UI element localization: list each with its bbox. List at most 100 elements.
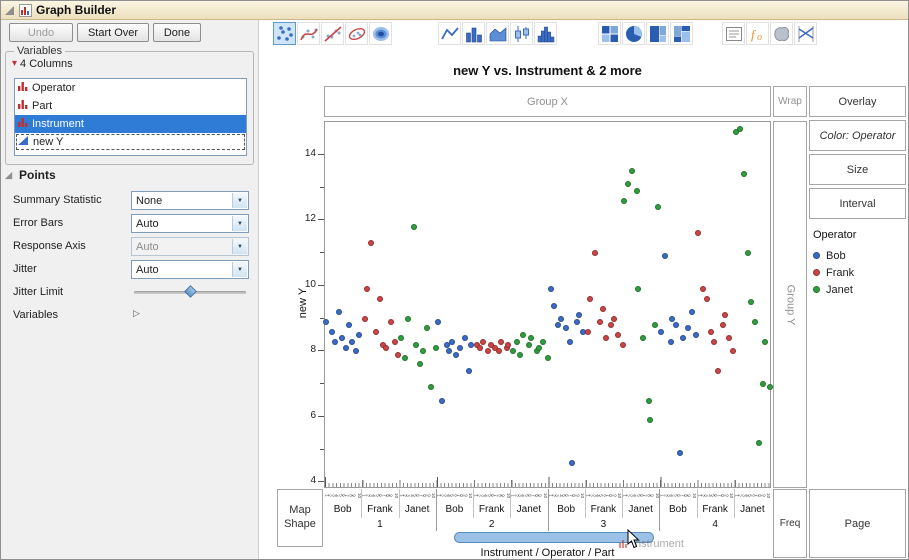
scatter-point[interactable] <box>336 309 342 315</box>
scatter-point[interactable] <box>592 250 598 256</box>
scatter-point[interactable] <box>715 368 721 374</box>
scatter-point[interactable] <box>514 339 520 345</box>
scatter-point[interactable] <box>597 319 603 325</box>
scatter-point[interactable] <box>563 325 569 331</box>
scatter-point[interactable] <box>726 335 732 341</box>
column-item-new-y[interactable]: new Y <box>15 133 246 151</box>
color-zone[interactable]: Color: Operator <box>809 120 906 151</box>
scatter-point[interactable] <box>708 329 714 335</box>
bar-icon[interactable] <box>462 22 485 45</box>
scatter-point[interactable] <box>673 322 679 328</box>
scatter-point[interactable] <box>402 355 408 361</box>
scatter-point[interactable] <box>540 339 546 345</box>
scatter-point[interactable] <box>587 296 593 302</box>
scatter-point[interactable] <box>722 312 728 318</box>
scatter-point[interactable] <box>332 339 338 345</box>
start-over-button[interactable]: Start Over <box>77 23 149 42</box>
scatter-point[interactable] <box>634 188 640 194</box>
scatter-point[interactable] <box>585 329 591 335</box>
scatter-point[interactable] <box>435 319 441 325</box>
scatter-point[interactable] <box>392 339 398 345</box>
error-bars-dropdown[interactable]: Auto▼ <box>131 214 249 233</box>
scatter-point[interactable] <box>417 361 423 367</box>
overlay-zone[interactable]: Overlay <box>809 86 906 117</box>
outline-disclosure-icon[interactable] <box>4 5 15 16</box>
scatter-point[interactable] <box>485 348 491 354</box>
scatter-point[interactable] <box>505 342 511 348</box>
interval-zone[interactable]: Interval <box>809 188 906 219</box>
scatter-point[interactable] <box>752 319 758 325</box>
scatter-point[interactable] <box>621 198 627 204</box>
scatter-point[interactable] <box>343 345 349 351</box>
scatter-point[interactable] <box>737 126 743 132</box>
scatter-point[interactable] <box>498 339 504 345</box>
contour-icon[interactable] <box>369 22 392 45</box>
page-zone[interactable]: Page <box>809 489 906 558</box>
group-x-zone[interactable]: Group X <box>324 86 771 117</box>
scatter-point[interactable] <box>767 384 773 390</box>
jitter-dropdown[interactable]: Auto▼ <box>131 260 249 279</box>
mosaic-icon[interactable] <box>670 22 693 45</box>
scatter-point[interactable] <box>669 316 675 322</box>
scatter-point[interactable] <box>655 204 661 210</box>
scatter-point[interactable] <box>453 352 459 358</box>
scatter-point[interactable] <box>364 286 370 292</box>
scatter-point[interactable] <box>405 316 411 322</box>
scatter-point[interactable] <box>323 319 329 325</box>
scatter-point[interactable] <box>700 286 706 292</box>
line-icon[interactable] <box>438 22 461 45</box>
scatter-point[interactable] <box>468 342 474 348</box>
column-item-instrument[interactable]: Instrument <box>15 115 246 133</box>
points-icon[interactable] <box>273 22 296 45</box>
group-y-zone[interactable]: Group Y <box>773 121 807 488</box>
scatter-point[interactable] <box>395 352 401 358</box>
scatter-point[interactable] <box>662 253 668 259</box>
legend-item-bob[interactable]: Bob <box>813 247 906 264</box>
scatter-point[interactable] <box>548 286 554 292</box>
scatter-point[interactable] <box>373 329 379 335</box>
scatter-point[interactable] <box>520 332 526 338</box>
summary-statistic-dropdown[interactable]: None▼ <box>131 191 249 210</box>
scatter-point[interactable] <box>695 230 701 236</box>
parallel-plot-icon[interactable] <box>794 22 817 45</box>
variables-disclosure-icon[interactable]: ▷ <box>133 308 140 319</box>
scatter-point[interactable] <box>526 342 532 348</box>
scatter-point[interactable] <box>748 299 754 305</box>
map-shapes-icon[interactable] <box>770 22 793 45</box>
scatter-point[interactable] <box>730 348 736 354</box>
scatter-point[interactable] <box>446 348 452 354</box>
scatter-point[interactable] <box>398 335 404 341</box>
pie-icon[interactable] <box>622 22 645 45</box>
freq-zone[interactable]: Freq <box>773 489 807 558</box>
formula-icon[interactable]: fo <box>746 22 769 45</box>
points-disclosure-icon[interactable] <box>4 171 13 180</box>
legend-item-frank[interactable]: Frank <box>813 264 906 281</box>
scatter-point[interactable] <box>420 348 426 354</box>
slider-thumb[interactable] <box>184 285 197 298</box>
map-shape-zone[interactable]: Map Shape <box>277 489 323 547</box>
scatter-point[interactable] <box>574 319 580 325</box>
red-triangle-menu-icon[interactable]: ▾ <box>12 59 17 69</box>
column-item-operator[interactable]: Operator <box>15 79 246 97</box>
scatter-point[interactable] <box>760 381 766 387</box>
scatter-point[interactable] <box>745 250 751 256</box>
scatter-point[interactable] <box>689 309 695 315</box>
scatter-point[interactable] <box>411 224 417 230</box>
scatter-point[interactable] <box>477 345 483 351</box>
scatter-point[interactable] <box>629 168 635 174</box>
size-zone[interactable]: Size <box>809 154 906 185</box>
scatter-point[interactable] <box>346 322 352 328</box>
scatter-point[interactable] <box>433 345 439 351</box>
scatter-point[interactable] <box>693 332 699 338</box>
scatter-point[interactable] <box>680 335 686 341</box>
wrap-zone[interactable]: Wrap <box>773 86 807 117</box>
scatter-point[interactable] <box>480 339 486 345</box>
scatter-point[interactable] <box>620 342 626 348</box>
scatter-point[interactable] <box>720 322 726 328</box>
scatter-point[interactable] <box>704 296 710 302</box>
ellipse-icon[interactable] <box>345 22 368 45</box>
scatter-point[interactable] <box>685 325 691 331</box>
scatter-point[interactable] <box>647 417 653 423</box>
scatter-point[interactable] <box>567 339 573 345</box>
scatter-point[interactable] <box>349 339 355 345</box>
